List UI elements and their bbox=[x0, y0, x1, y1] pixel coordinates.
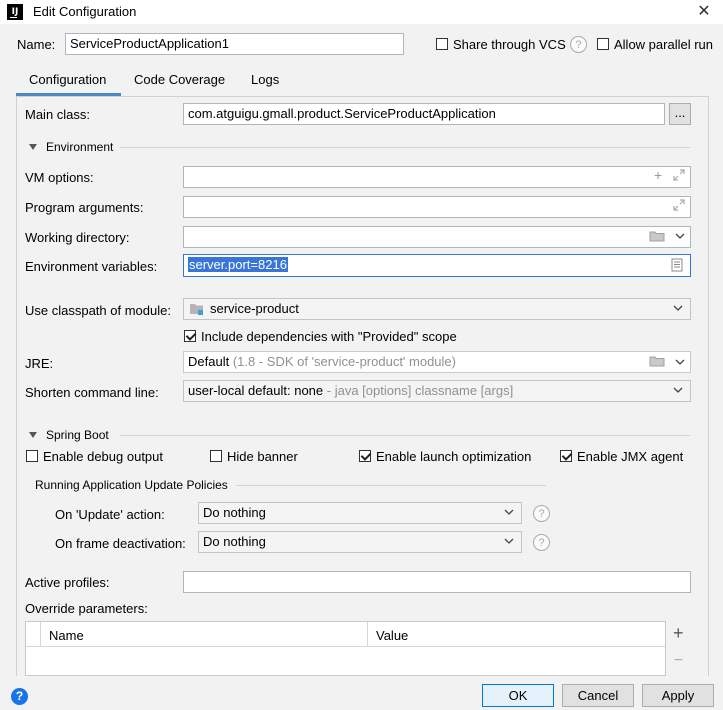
spring-boot-separator bbox=[120, 435, 690, 436]
help-icon[interactable]: ? bbox=[11, 688, 28, 705]
shorten-command-line-label: Shorten command line: bbox=[25, 385, 159, 400]
update-action-label: On 'Update' action: bbox=[55, 507, 165, 522]
spring-boot-section-title[interactable]: Spring Boot bbox=[46, 428, 109, 442]
enable-jmx-agent-checkbox[interactable] bbox=[560, 450, 572, 462]
chevron-down-icon bbox=[503, 506, 517, 520]
shorten-command-line-value: user-local default: none bbox=[188, 383, 324, 398]
hide-banner-checkbox[interactable] bbox=[210, 450, 222, 462]
intellij-app-icon: IJ bbox=[7, 4, 23, 20]
working-directory-label: Working directory: bbox=[25, 230, 130, 245]
module-icon bbox=[189, 302, 204, 319]
allow-parallel-label[interactable]: Allow parallel run bbox=[614, 37, 719, 52]
hide-banner-label[interactable]: Hide banner bbox=[227, 449, 298, 464]
expand-icon[interactable] bbox=[672, 168, 686, 185]
tab-logs[interactable]: Logs bbox=[251, 72, 279, 87]
include-dependencies-checkbox[interactable] bbox=[184, 330, 196, 342]
share-vcs-label[interactable]: Share through VCS bbox=[453, 37, 566, 52]
frame-deactivation-value: Do nothing bbox=[203, 534, 266, 549]
frame-deactivation-help-icon[interactable]: ? bbox=[533, 534, 550, 551]
chevron-down-icon bbox=[672, 302, 686, 316]
browse-main-class-button[interactable]: ... bbox=[669, 103, 691, 125]
column-divider bbox=[40, 622, 41, 646]
program-arguments-input[interactable] bbox=[183, 196, 691, 218]
apply-button[interactable]: Apply bbox=[642, 684, 714, 707]
allow-parallel-checkbox[interactable] bbox=[597, 38, 609, 50]
enable-launch-optimization-checkbox[interactable] bbox=[359, 450, 371, 462]
table-header bbox=[26, 622, 665, 647]
classpath-module-label: Use classpath of module: bbox=[25, 303, 171, 318]
tab-configuration[interactable]: Configuration bbox=[29, 72, 106, 87]
jre-value: Default bbox=[188, 354, 230, 369]
main-class-input[interactable]: com.atguigu.gmall.product.ServiceProduct… bbox=[183, 103, 665, 125]
ok-button[interactable]: OK bbox=[482, 684, 554, 707]
folder-icon[interactable] bbox=[649, 354, 665, 371]
environment-section-title[interactable]: Environment bbox=[46, 140, 113, 154]
environment-collapse-icon[interactable] bbox=[29, 144, 37, 150]
cancel-button[interactable]: Cancel bbox=[562, 684, 634, 707]
vm-options-label: VM options: bbox=[25, 170, 94, 185]
include-dependencies-label[interactable]: Include dependencies with "Provided" sco… bbox=[201, 329, 457, 344]
add-icon[interactable]: + bbox=[654, 167, 662, 183]
document-icon[interactable] bbox=[671, 258, 683, 275]
jre-label: JRE: bbox=[25, 356, 54, 371]
update-action-help-icon[interactable]: ? bbox=[533, 505, 550, 522]
chevron-down-icon bbox=[503, 535, 517, 549]
enable-debug-output-checkbox[interactable] bbox=[26, 450, 38, 462]
shorten-command-line-select[interactable]: user-local default: none - java [options… bbox=[183, 380, 691, 402]
update-action-value: Do nothing bbox=[203, 505, 266, 520]
share-vcs-checkbox[interactable] bbox=[436, 38, 448, 50]
chevron-down-icon[interactable] bbox=[674, 356, 686, 371]
chevron-down-icon[interactable] bbox=[674, 230, 686, 245]
vm-options-input[interactable] bbox=[183, 166, 691, 188]
expand-icon[interactable] bbox=[672, 198, 686, 215]
program-arguments-label: Program arguments: bbox=[25, 200, 144, 215]
environment-separator bbox=[120, 147, 690, 148]
update-policies-title: Running Application Update Policies bbox=[35, 478, 228, 492]
chevron-down-icon bbox=[672, 384, 686, 398]
remove-parameter-icon[interactable]: − bbox=[674, 652, 683, 670]
enable-debug-output-label[interactable]: Enable debug output bbox=[43, 449, 163, 464]
frame-deactivation-select[interactable]: Do nothing bbox=[198, 531, 522, 553]
override-parameters-label: Override parameters: bbox=[25, 601, 148, 616]
tab-code-coverage[interactable]: Code Coverage bbox=[134, 72, 225, 87]
close-icon[interactable]: ✕ bbox=[694, 2, 714, 22]
spring-boot-collapse-icon[interactable] bbox=[29, 432, 37, 438]
active-profiles-label: Active profiles: bbox=[25, 575, 110, 590]
name-input[interactable]: ServiceProductApplication1 bbox=[65, 33, 404, 55]
enable-jmx-agent-label[interactable]: Enable JMX agent bbox=[577, 449, 683, 464]
column-divider bbox=[367, 622, 368, 646]
main-class-label: Main class: bbox=[25, 107, 91, 122]
window-title: Edit Configuration bbox=[33, 4, 137, 19]
environment-variables-value: server.port=8216 bbox=[188, 257, 288, 272]
jre-hint: (1.8 - SDK of 'service-product' module) bbox=[232, 354, 456, 369]
active-profiles-input[interactable] bbox=[183, 571, 691, 593]
classpath-module-value: service-product bbox=[210, 301, 299, 316]
column-header-name[interactable]: Name bbox=[49, 628, 84, 643]
name-label: Name: bbox=[17, 37, 56, 52]
environment-variables-input[interactable]: server.port=8216 bbox=[183, 254, 691, 277]
classpath-module-select[interactable]: service-product bbox=[183, 298, 691, 320]
enable-launch-optimization-label[interactable]: Enable launch optimization bbox=[376, 449, 531, 464]
column-header-value[interactable]: Value bbox=[376, 628, 408, 643]
update-action-select[interactable]: Do nothing bbox=[198, 502, 522, 524]
jre-select[interactable]: Default (1.8 - SDK of 'service-product' … bbox=[183, 351, 691, 373]
share-vcs-help-icon[interactable]: ? bbox=[570, 36, 587, 53]
update-policies-separator bbox=[236, 485, 546, 486]
shorten-command-line-hint: - java [options] classname [args] bbox=[326, 383, 514, 398]
frame-deactivation-label: On frame deactivation: bbox=[55, 536, 186, 551]
folder-icon[interactable] bbox=[649, 229, 665, 246]
working-directory-input[interactable] bbox=[183, 226, 691, 248]
add-parameter-icon[interactable]: + bbox=[673, 624, 684, 642]
environment-variables-label: Environment variables: bbox=[25, 259, 158, 274]
